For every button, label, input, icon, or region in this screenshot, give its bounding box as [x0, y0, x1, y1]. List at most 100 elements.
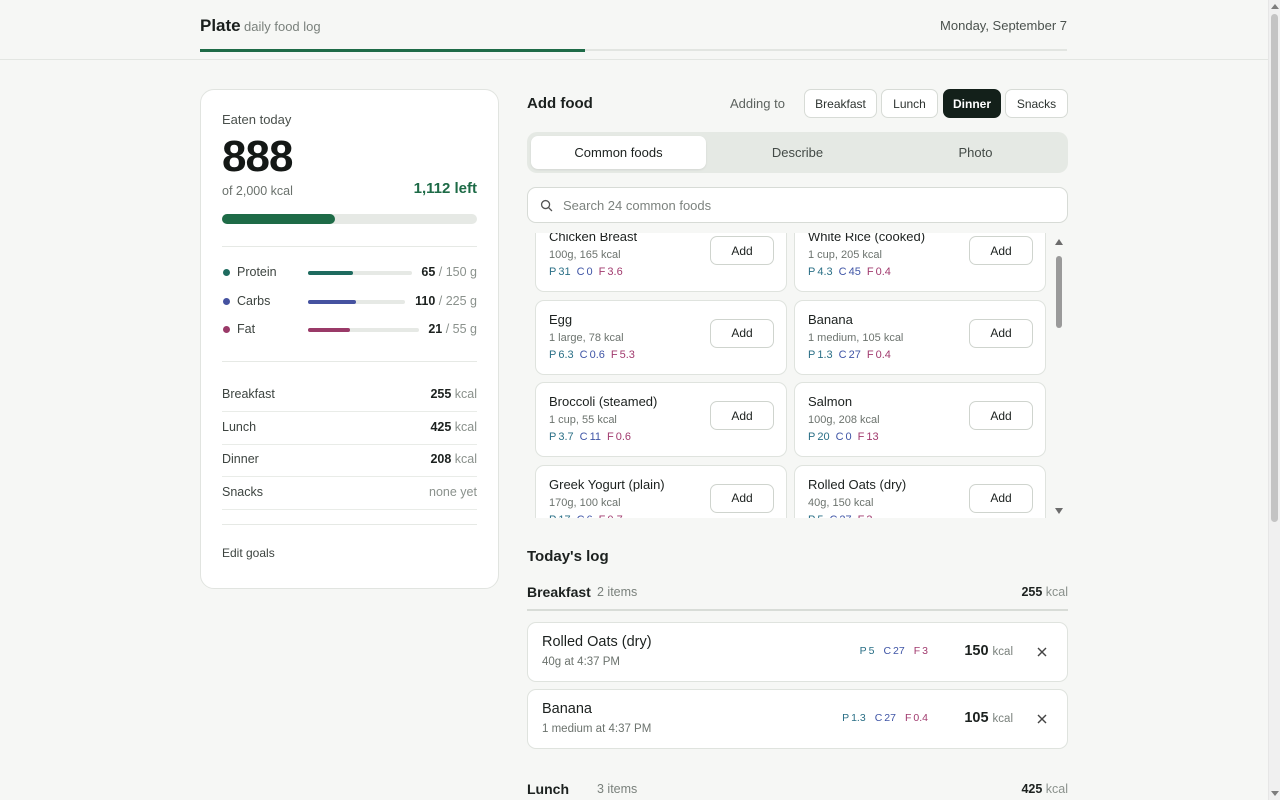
- macro-f: F 0.4: [867, 266, 891, 278]
- macro-dot: [223, 297, 230, 305]
- food-serving: 100g, 165 kcal: [549, 249, 621, 261]
- macro-amount: 5: [868, 645, 875, 657]
- add-food-button[interactable]: Add: [969, 318, 1033, 348]
- meal-name: Breakfast: [222, 387, 275, 401]
- tab-describe[interactable]: Describe: [710, 136, 885, 169]
- kcal-left-text: 1,112 left: [413, 180, 477, 197]
- add-food-button[interactable]: Add: [969, 483, 1033, 513]
- macro-letter: F: [866, 266, 874, 278]
- current-date: Monday, September 7: [940, 18, 1067, 33]
- add-food-button[interactable]: Add: [710, 483, 774, 513]
- foods-scroll-up-icon[interactable]: [1055, 239, 1063, 245]
- macro-amount: 27: [893, 645, 905, 657]
- remove-entry-button[interactable]: [1035, 645, 1049, 659]
- meal-option-lunch[interactable]: Lunch: [881, 89, 938, 118]
- search-input[interactable]: [563, 188, 1053, 222]
- macro-p: P 20: [808, 431, 830, 443]
- macro-amount: 5: [817, 514, 823, 518]
- macro-progress-track: [308, 271, 412, 275]
- log-entry-macros: P 5 C 27 F 3: [851, 645, 928, 657]
- food-search-box[interactable]: [527, 187, 1068, 223]
- add-food-button[interactable]: Add: [969, 236, 1033, 265]
- food-macros: P 1.3 C 27 F 0.4: [808, 349, 897, 361]
- foods-scroll-down-icon[interactable]: [1055, 508, 1063, 514]
- food-serving: 1 cup, 55 kcal: [549, 414, 617, 427]
- header-progress-track: [200, 48, 1067, 52]
- add-food-tabs: Common foods Describe Photo: [527, 132, 1068, 173]
- macro-c: C6: [577, 514, 593, 518]
- food-name: Salmon: [808, 394, 853, 410]
- macro-row-protein: Protein 65 / 150 g: [222, 263, 477, 283]
- macro-amount: 20: [817, 431, 830, 444]
- meal-option-snacks[interactable]: Snacks: [1005, 89, 1068, 118]
- macro-letter: C: [576, 266, 585, 278]
- add-food-title: Add food: [527, 95, 593, 112]
- scroll-up-arrow-icon[interactable]: [1271, 4, 1279, 9]
- meal-option-breakfast[interactable]: Breakfast: [804, 89, 877, 118]
- add-food-button[interactable]: Add: [710, 318, 774, 348]
- log-group-count: 3 items: [597, 782, 638, 796]
- macro-eaten: 21: [428, 322, 443, 336]
- macro-f: F0.7: [599, 514, 623, 518]
- todays-log-title: Today's log: [527, 548, 609, 565]
- macro-letter: P: [808, 514, 815, 518]
- remove-entry-button[interactable]: [1035, 712, 1049, 726]
- macro-letter: P: [549, 514, 556, 518]
- scrollbar-thumb[interactable]: [1271, 14, 1278, 522]
- log-group-kcal: 255 kcal: [1021, 585, 1068, 599]
- macro-f: F 0.4: [905, 712, 928, 724]
- food-card: Egg 1 large, 78 kcal P 6.3 C 0.6 F 5.3 Add: [535, 299, 787, 375]
- tab-photo[interactable]: Photo: [888, 136, 1063, 169]
- close-icon[interactable]: [1035, 645, 1049, 659]
- macro-letter: F: [904, 712, 912, 724]
- food-name: White Rice (cooked): [808, 233, 926, 244]
- macro-dot: [223, 326, 230, 333]
- macro-amount: 3.7: [558, 431, 574, 444]
- macro-amount: 5.3: [619, 348, 635, 361]
- log-entry-kcal: 105 kcal: [964, 710, 1013, 726]
- macro-amount: 1.3: [817, 348, 833, 361]
- add-food-button[interactable]: Add: [710, 401, 774, 431]
- food-name: Greek Yogurt (plain): [549, 476, 665, 492]
- foods-scrollbar[interactable]: [1055, 236, 1064, 517]
- macro-amount: 13: [866, 431, 879, 444]
- add-food-button[interactable]: Add: [710, 236, 774, 265]
- log-entry-detail: 1 medium at 4:37 PM: [542, 723, 652, 735]
- macro-letter: P: [549, 266, 557, 278]
- search-icon: [540, 199, 553, 212]
- page-scrollbar[interactable]: [1268, 0, 1280, 800]
- macro-amount: 27: [848, 348, 861, 361]
- scroll-down-arrow-icon[interactable]: [1271, 791, 1279, 796]
- add-food-button[interactable]: Add: [969, 401, 1033, 431]
- macro-letter: P: [859, 645, 867, 657]
- tab-common-foods[interactable]: Common foods: [531, 136, 706, 169]
- macro-f: F3: [858, 514, 873, 518]
- close-icon[interactable]: [1035, 712, 1049, 726]
- header-progress-fill: [200, 48, 585, 52]
- log-entry-kcal-value: 150: [964, 643, 989, 659]
- food-macros: P17 C6 F0.7: [549, 514, 629, 518]
- macro-letter: C: [829, 514, 837, 518]
- food-serving: 40g, 150 kcal: [808, 496, 874, 509]
- meal-total-lunch: Lunch 425 kcal: [222, 412, 477, 445]
- meal-name: Snacks: [222, 485, 263, 500]
- macro-p: P 3.7: [549, 431, 574, 443]
- log-group-kcal-unit: kcal: [1042, 782, 1068, 796]
- macro-amount: 31: [558, 266, 571, 278]
- log-entry-detail: 40g at 4:37 PM: [542, 656, 620, 668]
- macro-amount: 3: [922, 645, 928, 657]
- food-card: Greek Yogurt (plain) 170g, 100 kcal P17 C6 F…: [535, 464, 787, 518]
- macro-eaten: 65: [421, 265, 436, 279]
- meal-option-dinner[interactable]: Dinner: [943, 89, 1001, 118]
- edit-goals-link[interactable]: Edit goals: [222, 546, 275, 560]
- food-card: Chicken Breast 100g, 165 kcal P 31 C 0 F 3.6 Add: [535, 233, 787, 292]
- macro-p: P17: [549, 514, 571, 518]
- meal-kcal-value: 255: [430, 387, 452, 401]
- macro-progress-fill: [308, 271, 353, 275]
- macro-letter: P: [842, 712, 850, 724]
- foods-scrollbar-thumb[interactable]: [1056, 256, 1062, 328]
- macro-letter: C: [883, 645, 892, 657]
- macro-amount: 6.3: [558, 348, 574, 361]
- macro-value: 21 / 55 g: [428, 322, 477, 336]
- macro-goal: / 150 g: [435, 265, 477, 279]
